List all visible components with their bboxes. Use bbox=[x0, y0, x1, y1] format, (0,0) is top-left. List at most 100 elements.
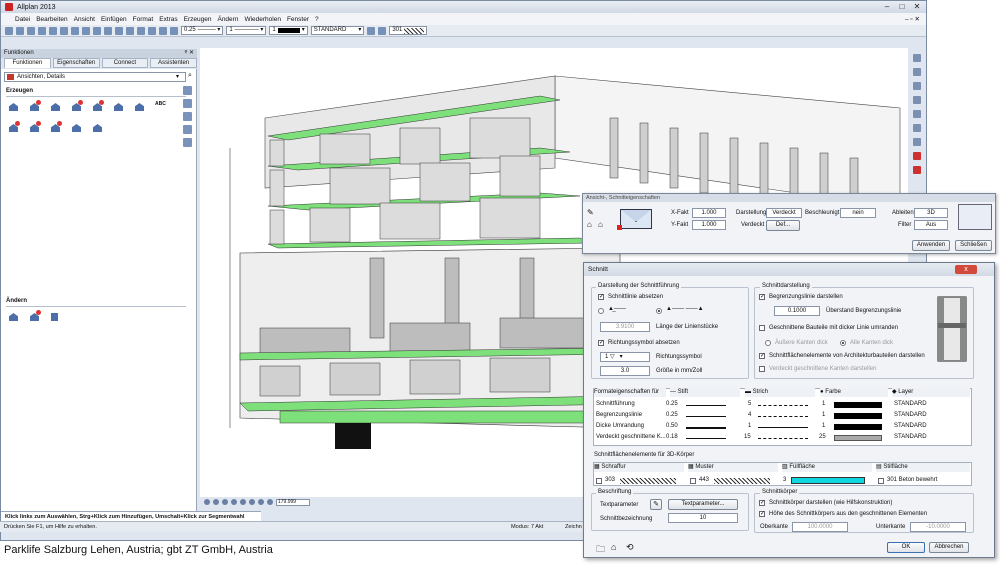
detail-icon[interactable] bbox=[50, 100, 62, 112]
side-tool-2-icon[interactable] bbox=[183, 99, 192, 108]
pin-icon[interactable]: ᵠ ✕ bbox=[185, 49, 194, 58]
cut-icon[interactable] bbox=[49, 26, 57, 35]
beschleunigt-field[interactable]: nein bbox=[840, 208, 876, 218]
zoom-in-icon[interactable] bbox=[204, 499, 210, 505]
delete-icon[interactable] bbox=[104, 26, 112, 35]
color-select[interactable]: 1 ▾ bbox=[269, 26, 308, 35]
table-row[interactable]: Verdeckt geschnittene K... 0.18 15 25 STA… bbox=[594, 433, 971, 443]
print-icon[interactable] bbox=[38, 26, 46, 35]
delete-view-icon[interactable] bbox=[29, 310, 41, 322]
anwenden-button[interactable]: Anwenden bbox=[912, 240, 950, 251]
view-icon[interactable] bbox=[8, 100, 20, 112]
section-tool-icon[interactable] bbox=[913, 124, 921, 132]
previous-view-icon[interactable] bbox=[240, 499, 246, 505]
clip-icon[interactable] bbox=[71, 100, 83, 112]
orbit-icon[interactable] bbox=[913, 110, 921, 118]
new-icon[interactable] bbox=[5, 26, 13, 35]
yfakt-field[interactable]: 1.000 bbox=[692, 220, 726, 230]
alle-radio[interactable] bbox=[840, 340, 846, 346]
red-tool-icon[interactable] bbox=[913, 166, 921, 174]
orbit-view-icon[interactable] bbox=[267, 499, 273, 505]
bezeichnung-field[interactable]: 10 bbox=[668, 513, 738, 523]
menu-datei[interactable]: Datei bbox=[15, 16, 30, 23]
modify-view-icon[interactable] bbox=[8, 310, 20, 322]
ok-button[interactable]: OK bbox=[887, 542, 925, 553]
save-icon[interactable] bbox=[27, 26, 35, 35]
section-view-icon[interactable] bbox=[29, 100, 41, 112]
textparam-pen-icon[interactable]: ✎ bbox=[650, 499, 662, 510]
schraffur-checkbox[interactable] bbox=[596, 478, 602, 484]
favorites-save-icon[interactable]: ⌂ bbox=[611, 542, 616, 552]
stil-checkbox[interactable] bbox=[878, 478, 884, 484]
side-tool-1-icon[interactable] bbox=[183, 86, 192, 95]
koerper-checkbox[interactable] bbox=[759, 500, 765, 506]
module-combo[interactable]: Ansichten, Details ▾ bbox=[4, 72, 186, 82]
layer-icon[interactable] bbox=[148, 26, 156, 35]
layer-visibility-icon[interactable] bbox=[378, 26, 387, 35]
tool-export-icon[interactable]: ⌂ bbox=[598, 220, 603, 229]
rotate-icon[interactable] bbox=[126, 26, 134, 35]
side-tool-5-icon[interactable] bbox=[183, 138, 192, 147]
ableiten-field[interactable]: 3D bbox=[914, 208, 948, 218]
box-view-icon[interactable] bbox=[92, 100, 104, 112]
mdi-close-icon[interactable]: – ▫ ✕ bbox=[905, 15, 920, 23]
flaechen-checkbox[interactable] bbox=[759, 353, 765, 359]
minimize-icon[interactable]: – bbox=[882, 2, 892, 11]
laenge-field[interactable]: 3.9100 bbox=[600, 322, 650, 332]
text-icon[interactable]: ABC bbox=[155, 100, 167, 112]
menu-fenster[interactable]: Fenster bbox=[287, 16, 309, 23]
mirror-icon[interactable] bbox=[137, 26, 145, 35]
measure-icon[interactable] bbox=[913, 138, 921, 146]
layer-select[interactable]: STANDARD ▾ bbox=[310, 26, 365, 35]
label-icon[interactable] bbox=[8, 121, 20, 133]
tab-funktionen[interactable]: Funktionen bbox=[4, 58, 51, 68]
tab-assistenten[interactable]: Assistenten bbox=[150, 58, 197, 68]
side-tool-4-icon[interactable] bbox=[183, 125, 192, 134]
schliessen-button[interactable]: Schließen bbox=[955, 240, 992, 251]
pen-select[interactable]: 0.25 ——— ▾ bbox=[181, 26, 224, 35]
layer-tools-icon[interactable] bbox=[367, 26, 376, 35]
redo-icon[interactable] bbox=[93, 26, 101, 35]
pen-icon[interactable] bbox=[170, 26, 178, 35]
richtungssymbol-select[interactable]: 1 ▽ ▾ bbox=[600, 352, 650, 362]
dimension-icon[interactable] bbox=[29, 121, 41, 133]
dicker-checkbox[interactable] bbox=[759, 325, 765, 331]
reset-icon[interactable]: ⟲ bbox=[626, 542, 634, 553]
menu-einfuegen[interactable]: Einfügen bbox=[101, 16, 127, 23]
menu-help[interactable]: ? bbox=[315, 16, 319, 23]
tool-import-icon[interactable]: ⌂ bbox=[587, 220, 592, 229]
side-tool-3-icon[interactable] bbox=[183, 112, 192, 121]
maximize-icon[interactable]: □ bbox=[897, 2, 907, 11]
elevation-icon[interactable] bbox=[113, 100, 125, 112]
menu-aendern[interactable]: Ändern bbox=[217, 16, 238, 23]
search-icon[interactable]: ⌕ bbox=[188, 72, 196, 81]
fit-view-icon[interactable] bbox=[231, 499, 237, 505]
menu-ansicht[interactable]: Ansicht bbox=[74, 16, 95, 23]
aussen-radio[interactable] bbox=[765, 340, 771, 346]
tab-connect[interactable]: Connect bbox=[101, 58, 149, 68]
list-properties-icon[interactable] bbox=[958, 204, 992, 230]
verdeckt-kanten-checkbox[interactable] bbox=[759, 366, 765, 372]
xfakt-field[interactable]: 1.000 bbox=[692, 208, 726, 218]
textparam-button[interactable]: Textparameter... bbox=[668, 499, 738, 510]
richtung-checkbox[interactable] bbox=[598, 340, 604, 346]
hatch-select[interactable]: 301 bbox=[389, 26, 428, 35]
tab-eigenschaften[interactable]: Eigenschaften bbox=[52, 58, 100, 68]
schnittlinie-checkbox[interactable] bbox=[598, 294, 604, 300]
pencil-icon[interactable] bbox=[913, 54, 921, 62]
tool-pencil-icon[interactable]: ✎ bbox=[587, 208, 594, 217]
refresh-view-icon[interactable] bbox=[258, 499, 264, 505]
abbrechen-button[interactable]: Abbrechen bbox=[929, 542, 969, 553]
dialog-close-button[interactable]: x bbox=[955, 265, 977, 274]
pan-view-icon[interactable] bbox=[222, 499, 228, 505]
help-icon[interactable] bbox=[159, 26, 167, 35]
table-row[interactable]: Dicke Umrandung 0.50 1 1 STANDARD bbox=[594, 422, 971, 432]
paste-icon[interactable] bbox=[71, 26, 79, 35]
menu-bearbeiten[interactable]: Bearbeiten bbox=[36, 16, 67, 23]
line-select[interactable]: 1 ———— ▾ bbox=[226, 26, 267, 35]
roof-icon[interactable] bbox=[134, 100, 146, 112]
view-cube-icon[interactable] bbox=[913, 68, 921, 76]
document-icon[interactable] bbox=[50, 310, 62, 322]
move-icon[interactable] bbox=[115, 26, 123, 35]
window-view-icon[interactable] bbox=[71, 121, 83, 133]
